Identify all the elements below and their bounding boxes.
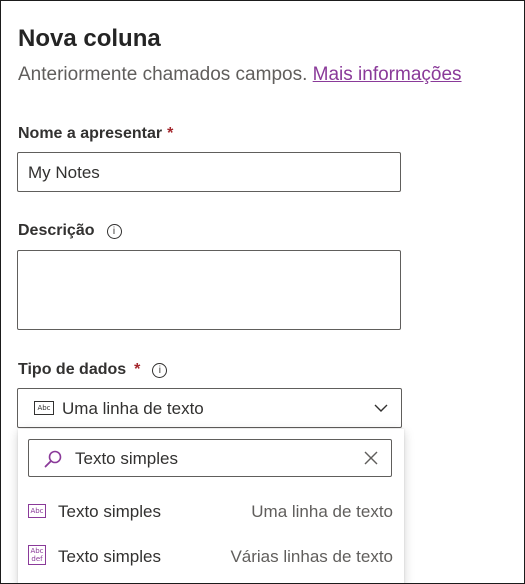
display-name-label: Nome a apresentar * bbox=[18, 125, 173, 143]
search-icon bbox=[44, 450, 62, 468]
description-label-text: Descrição bbox=[18, 222, 95, 239]
option-label: Texto simples bbox=[58, 502, 161, 521]
close-icon[interactable] bbox=[363, 450, 379, 466]
text-type-icon: Abc bbox=[34, 401, 54, 415]
description-textarea[interactable] bbox=[17, 250, 401, 330]
required-asterisk: * bbox=[167, 125, 174, 142]
icon-line-2: def bbox=[31, 555, 43, 563]
panel-subtitle: Anteriormente chamados campos. Mais info… bbox=[18, 64, 462, 86]
display-name-value: My Notes bbox=[28, 163, 100, 182]
display-name-label-text: Nome a apresentar bbox=[18, 125, 163, 142]
text-type-icon: Abc bbox=[28, 504, 46, 518]
option-description: Várias linhas de texto bbox=[230, 547, 393, 566]
data-type-selected-value: Uma linha de texto bbox=[62, 399, 204, 418]
chevron-down-icon[interactable] bbox=[372, 399, 390, 417]
new-column-panel: Nova coluna Anteriormente chamados campo… bbox=[0, 0, 525, 584]
panel-title: Nova coluna bbox=[18, 25, 161, 52]
option-description: Uma linha de texto bbox=[251, 502, 393, 521]
data-type-dropdown[interactable]: Abc Uma linha de texto bbox=[17, 388, 402, 428]
subtitle-text: Anteriormente chamados campos. bbox=[18, 64, 308, 85]
info-icon[interactable]: i bbox=[106, 223, 122, 239]
description-label: Descrição i bbox=[18, 222, 122, 240]
display-name-input[interactable]: My Notes bbox=[17, 152, 401, 192]
info-icon[interactable]: i bbox=[152, 362, 168, 378]
required-asterisk: * bbox=[134, 361, 141, 378]
icon-line-1: Abc bbox=[30, 547, 44, 555]
menu-option-single-line[interactable]: Abc Texto simples Uma linha de texto bbox=[18, 490, 404, 534]
data-type-menu: Texto simples Abc Texto simples Uma linh… bbox=[18, 429, 404, 583]
menu-option-multi-line[interactable]: Abc def Texto simples Várias linhas de t… bbox=[18, 535, 404, 579]
option-label: Texto simples bbox=[58, 547, 161, 566]
search-input[interactable]: Texto simples bbox=[28, 439, 392, 477]
data-type-label-text: Tipo de dados bbox=[18, 361, 127, 378]
search-value: Texto simples bbox=[75, 449, 178, 468]
data-type-label: Tipo de dados * i bbox=[18, 361, 168, 379]
more-info-link[interactable]: Mais informações bbox=[313, 64, 462, 85]
multiline-text-type-icon: Abc def bbox=[28, 545, 46, 565]
